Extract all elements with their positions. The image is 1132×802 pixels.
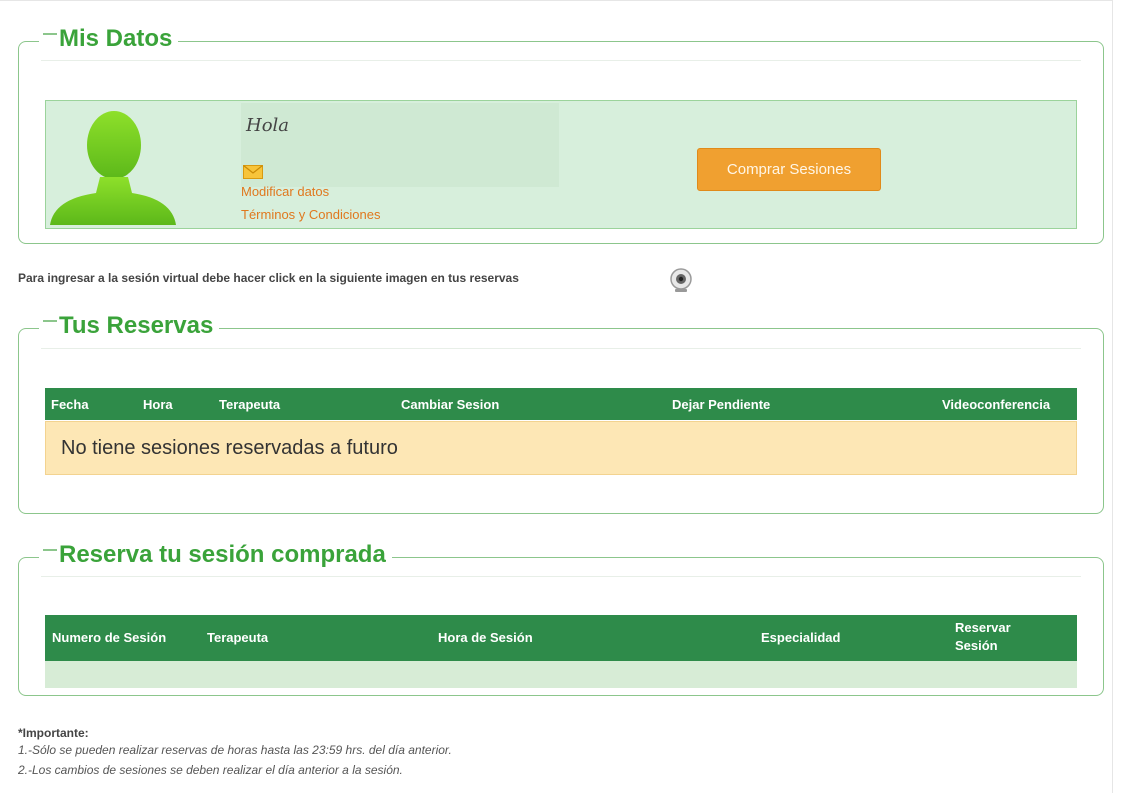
comprada-table-header: Numero de Sesión Terapeuta Hora de Sesió… (45, 615, 1077, 661)
empty-reservations-message: No tiene sesiones reservadas a futuro (45, 421, 1077, 475)
mis-datos-panel: Mis Datos Hola Modificar datos Términos … (18, 24, 1104, 244)
col-hora: Hora (143, 397, 173, 412)
note-item: 1.-Sólo se pueden realizar reservas de h… (18, 743, 452, 757)
panel-divider (41, 576, 1081, 577)
col-cambiar-sesion: Cambiar Sesion (401, 397, 500, 412)
reserva-comprada-title: Reserva tu sesión comprada (39, 540, 392, 570)
col-hora-sesion: Hora de Sesión (438, 630, 533, 645)
col-terapeuta: Terapeuta (219, 397, 281, 412)
note-item: 2.-Los cambios de sesiones se deben real… (18, 763, 403, 777)
reservas-table-header: Fecha Hora Terapeuta Cambiar Sesion Deja… (45, 388, 1077, 420)
mail-icon[interactable] (243, 165, 263, 179)
webcam-icon (670, 268, 692, 292)
reserva-comprada-panel: Reserva tu sesión comprada Numero de Ses… (18, 540, 1104, 696)
table-row (45, 661, 1077, 688)
profile-box: Hola Modificar datos Términos y Condicio… (45, 100, 1077, 229)
col-especialidad: Especialidad (761, 630, 841, 645)
col-videoconferencia: Videoconferencia (942, 397, 1051, 412)
tus-reservas-panel: Tus Reservas Fecha Hora Terapeuta Cambia… (18, 311, 1104, 514)
col-dejar-pendiente: Dejar Pendiente (672, 397, 771, 412)
terms-link[interactable]: Términos y Condiciones (241, 207, 380, 222)
col-fecha: Fecha (51, 397, 89, 412)
greeting-text: Hola (246, 115, 290, 136)
mis-datos-title: Mis Datos (39, 24, 179, 54)
tus-reservas-title: Tus Reservas (39, 311, 220, 341)
col-terapeuta: Terapeuta (207, 630, 269, 645)
col-numero-sesion: Numero de Sesión (52, 630, 167, 645)
buy-sessions-button[interactable]: Comprar Sesiones (697, 148, 881, 191)
virtual-session-info: Para ingresar a la sesión virtual debe h… (18, 271, 519, 285)
important-heading: *Importante: (18, 726, 89, 740)
col-reservar-sesion: Reservar Sesión (955, 620, 1011, 653)
panel-divider (41, 60, 1081, 61)
user-avatar-icon (50, 111, 176, 225)
panel-divider (41, 348, 1081, 349)
modify-data-link[interactable]: Modificar datos (241, 184, 329, 199)
